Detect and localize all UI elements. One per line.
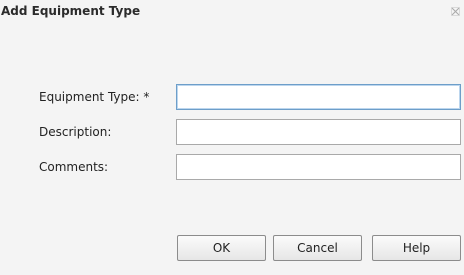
cancel-button[interactable]: Cancel <box>273 235 362 261</box>
dialog-title-bar[interactable]: Add Equipment Type <box>0 0 464 30</box>
add-equipment-type-dialog: Add Equipment Type Equipment Type: * Des… <box>0 0 464 275</box>
description-input[interactable] <box>176 119 461 145</box>
equipment-type-label: Equipment Type: * <box>39 90 150 104</box>
equipment-type-input[interactable] <box>176 84 461 110</box>
comments-label: Comments: <box>39 160 109 174</box>
comments-input[interactable] <box>176 154 461 180</box>
description-label: Description: <box>39 125 112 139</box>
dialog-title: Add Equipment Type <box>1 4 141 18</box>
close-icon[interactable] <box>451 7 460 16</box>
ok-button[interactable]: OK <box>177 235 266 261</box>
help-button[interactable]: Help <box>372 235 461 261</box>
